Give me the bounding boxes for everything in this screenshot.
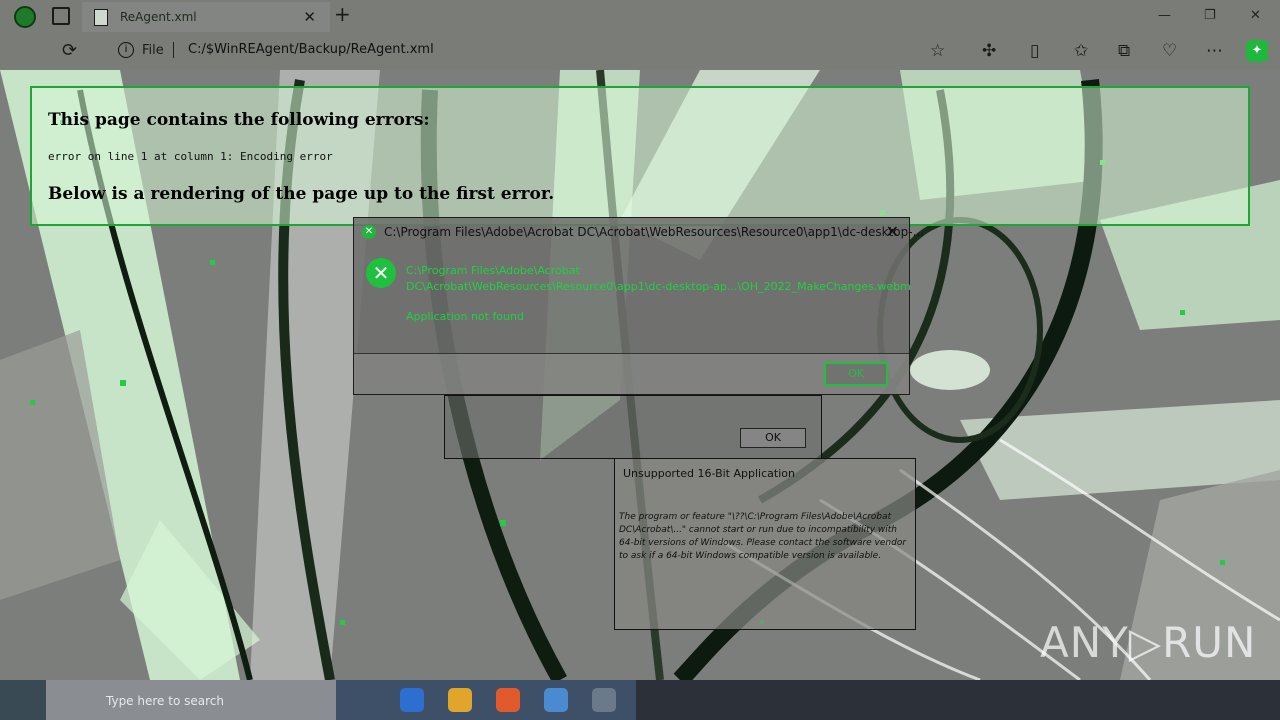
address-url[interactable]: C:/$WinREAgent/Backup/ReAgent.xml <box>188 42 434 57</box>
app-icon-2[interactable] <box>592 688 616 712</box>
performance-icon[interactable]: ♡ <box>1162 41 1177 61</box>
error-small-icon: ✕ <box>362 225 376 239</box>
browser-tab-bar: ReAgent.xml ✕ + — ❐ ✕ <box>0 0 1280 32</box>
firefox-icon[interactable] <box>496 688 520 712</box>
browser-address-bar: ⟳ i File C:/$WinREAgent/Backup/ReAgent.x… <box>0 32 1280 70</box>
favorites-icon[interactable]: ✩ <box>1074 41 1088 61</box>
profile-icon[interactable] <box>14 6 36 28</box>
address-prefix: File <box>142 43 164 58</box>
ok-button[interactable]: OK <box>824 362 888 386</box>
dialog-path-line2: DC\Acrobat\WebResources\Resource0\app1\d… <box>406 280 911 293</box>
dialog-title: C:\Program Files\Adobe\Acrobat DC\Acroba… <box>384 225 925 239</box>
collections-icon[interactable]: ⧉ <box>1118 41 1130 61</box>
xml-parse-error-box: This page contains the following errors:… <box>30 86 1250 226</box>
dialog-close-icon[interactable]: ✕ <box>886 222 899 241</box>
taskbar-tray <box>636 680 1280 720</box>
error-icon: ✕ <box>366 258 396 288</box>
app-icon[interactable] <box>544 688 568 712</box>
info-icon[interactable]: i <box>118 42 134 58</box>
extensions-icon[interactable]: ✣ <box>982 41 996 61</box>
reload-icon[interactable]: ⟳ <box>62 40 77 61</box>
taskbar-apps <box>336 680 636 720</box>
close-icon[interactable]: ✕ <box>303 8 316 26</box>
error-message: error on line 1 at column 1: Encoding er… <box>48 150 333 163</box>
start-button[interactable] <box>0 680 46 720</box>
search-box[interactable]: Type here to search <box>46 680 336 720</box>
background-dialog <box>444 395 822 459</box>
taskbar: Type here to search <box>0 680 1280 720</box>
document-icon <box>94 8 108 26</box>
error-heading: This page contains the following errors: <box>48 110 430 130</box>
tab-actions-icon[interactable] <box>52 7 70 25</box>
unsupported-dialog-body: The program or feature "\??\C:\Program F… <box>619 512 907 561</box>
application-error-dialog: ✕ C:\Program Files\Adobe\Acrobat DC\Acro… <box>353 217 924 395</box>
copilot-icon[interactable]: ✦ <box>1246 40 1268 62</box>
minimize-icon[interactable]: — <box>1158 8 1171 23</box>
error-footer: Below is a rendering of the page up to t… <box>48 184 555 204</box>
more-icon[interactable]: ⋯ <box>1206 41 1223 61</box>
split-screen-icon[interactable]: ▯ <box>1030 41 1039 61</box>
background-ok-button[interactable]: OK <box>740 428 806 448</box>
unsupported-app-dialog: Unsupported 16-Bit Application The progr… <box>614 458 916 630</box>
close-window-icon[interactable]: ✕ <box>1250 8 1261 23</box>
tab-title: ReAgent.xml <box>120 10 197 24</box>
star-icon[interactable]: ☆ <box>930 41 945 61</box>
edge-icon[interactable] <box>400 688 424 712</box>
anyrun-watermark: ANY▷RUN <box>1040 618 1257 667</box>
new-tab-icon[interactable]: + <box>334 2 351 26</box>
explorer-icon[interactable] <box>448 688 472 712</box>
tab-reagent-xml[interactable]: ReAgent.xml ✕ <box>82 2 330 32</box>
unsupported-dialog-title: Unsupported 16-Bit Application <box>623 467 795 480</box>
dialog-path-line1: C:\Program Files\Adobe\Acrobat <box>406 264 580 277</box>
dialog-message: Application not found <box>406 310 524 323</box>
search-placeholder: Type here to search <box>106 694 224 708</box>
maximize-icon[interactable]: ❐ <box>1204 8 1216 23</box>
address-separator <box>173 42 174 58</box>
